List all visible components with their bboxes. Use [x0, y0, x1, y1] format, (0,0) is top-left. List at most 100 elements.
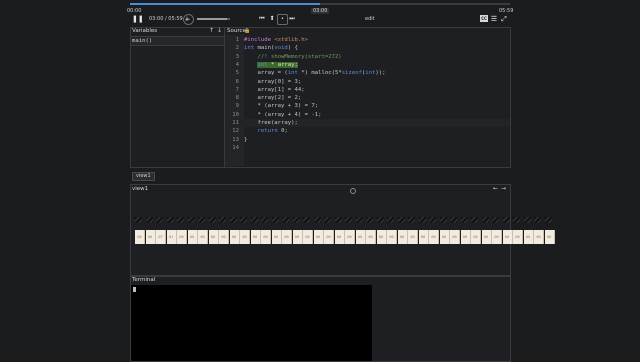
memory-cell[interactable]: 00	[282, 230, 292, 244]
fullscreen-icon[interactable]: ⤢	[500, 15, 508, 23]
code-line[interactable]: 4 int * array;	[225, 61, 510, 69]
mode-edit-button[interactable]: edit	[365, 16, 375, 22]
arrow-left-icon[interactable]: ←	[493, 186, 498, 192]
memory-cell[interactable]: 00	[502, 230, 513, 244]
code-text: array[0] = 3;	[244, 78, 302, 85]
memory-cell[interactable]: 00	[345, 230, 355, 244]
memory-cell[interactable]: 00	[366, 230, 376, 244]
memory-unallocated-mark	[187, 217, 195, 223]
line-number: 13	[232, 136, 239, 143]
center-handle-icon[interactable]	[350, 188, 356, 194]
code-line[interactable]: 9 * (array + 3) = 7;	[225, 102, 510, 110]
memory-cell[interactable]: 00	[219, 230, 229, 244]
code-line[interactable]: 3 //! showMemory(start=272)	[225, 53, 510, 61]
memory-cell[interactable]: 00	[408, 230, 418, 244]
memory-unallocated-mark	[303, 217, 310, 223]
code-text: array[2] = 2;	[244, 95, 302, 102]
memory-cell[interactable]: 00	[271, 230, 282, 244]
memory-cell[interactable]: 00	[450, 230, 460, 244]
memory-unallocated-mark	[208, 217, 216, 223]
memory-cell[interactable]: 00	[240, 230, 250, 244]
arrow-right-icon[interactable]: →	[501, 186, 506, 192]
code-line[interactable]: 5 array = (int *) malloc(5*sizeof(int));	[225, 69, 510, 77]
code-text: //! showMemory(start=272)	[257, 53, 342, 60]
memory-cell[interactable]: 00	[439, 230, 450, 244]
timeline-current-marker: 03:00	[311, 8, 330, 14]
memory-cell[interactable]: 00	[376, 230, 387, 244]
arrow-down-icon[interactable]: ↓	[217, 28, 222, 34]
line-number: 14	[232, 144, 239, 151]
menu-icon[interactable]: ☰	[490, 15, 498, 23]
timeline-track[interactable]	[130, 3, 510, 5]
pause-icon[interactable]: ❚❚	[132, 15, 144, 23]
memory-cell[interactable]: 00	[334, 230, 345, 244]
timeline-progress	[130, 3, 320, 5]
line-number: 9	[235, 103, 239, 110]
arrow-up-icon[interactable]: ↑	[209, 28, 214, 34]
memory-cell[interactable]: 00	[292, 230, 303, 244]
code-line[interactable]: 10 * (array + 4) = -1;	[225, 111, 510, 119]
step-up-icon[interactable]: ⬆	[268, 15, 276, 23]
memory-cell[interactable]: 00	[481, 230, 492, 244]
memory-cell[interactable]: 00	[250, 230, 261, 244]
code-line[interactable]: 2 int main(void) {	[225, 44, 510, 52]
step-into-icon[interactable]: •	[277, 14, 288, 25]
memory-cell[interactable]: 00	[324, 230, 334, 244]
memory-cell[interactable]: 00	[135, 230, 145, 244]
memory-cell[interactable]: 00	[534, 230, 544, 244]
memory-unallocated-mark	[261, 217, 268, 223]
memory-cell[interactable]: 00	[187, 230, 198, 244]
code-line[interactable]: 13}	[225, 136, 510, 144]
memory-cell[interactable]: 01	[166, 230, 177, 244]
memory-cell[interactable]: 00	[198, 230, 208, 244]
terminal-cursor	[133, 287, 136, 292]
terminal-screen[interactable]	[131, 285, 372, 361]
captions-icon[interactable]: CC	[480, 15, 488, 22]
variable-row[interactable]: main()	[131, 37, 224, 45]
step-forward-icon[interactable]: ⏭	[288, 15, 296, 23]
memory-cell[interactable]: 00	[208, 230, 219, 244]
memory-cell[interactable]: 00	[229, 230, 240, 244]
memory-cell[interactable]: 00	[177, 230, 187, 244]
tab-view1[interactable]: view1	[132, 172, 155, 181]
memory-unallocated-mark	[523, 217, 531, 223]
source-panel: Source 🔒 1 #include <stdlib.h> 2 int main(v…	[224, 27, 511, 168]
code-line[interactable]: 7 array[1] = 44;	[225, 86, 510, 94]
memory-cell[interactable]: 00	[397, 230, 408, 244]
volume-icon[interactable]: 🔈	[183, 14, 194, 25]
memory-cell[interactable]: 00	[513, 230, 523, 244]
memory-unallocated-mark	[345, 217, 352, 223]
lock-icon[interactable]: 🔒	[244, 28, 250, 34]
code-text: }	[244, 136, 248, 143]
memory-cell[interactable]: 00	[523, 230, 534, 244]
memory-cell[interactable]: 00	[145, 230, 156, 244]
memory-cell[interactable]: 00	[471, 230, 481, 244]
memory-unallocated-mark	[502, 217, 510, 223]
line-number: 10	[232, 111, 239, 118]
code-line[interactable]: 12 return 0;	[225, 127, 510, 135]
memory-cell[interactable]: 00	[387, 230, 397, 244]
memory-cell[interactable]: 00	[303, 230, 313, 244]
memory-cell[interactable]: 00	[355, 230, 366, 244]
memory-cell[interactable]: 00	[429, 230, 439, 244]
code-line[interactable]: 11 free(array);	[225, 119, 510, 128]
code-line[interactable]: 6 array[0] = 3;	[225, 78, 510, 86]
memory-unallocated-mark	[450, 217, 457, 223]
volume-slider[interactable]	[197, 18, 230, 20]
code-text: #include <stdlib.h>	[244, 37, 309, 43]
memory-cell[interactable]: 00	[261, 230, 271, 244]
memory-cell[interactable]: 00	[460, 230, 471, 244]
memory-unallocated-mark	[439, 217, 447, 223]
code-line[interactable]: 1 #include <stdlib.h>	[225, 36, 510, 44]
memory-unallocated-mark	[292, 217, 300, 223]
code-line[interactable]: 14	[225, 144, 510, 152]
code-line[interactable]: 8 array[2] = 2;	[225, 94, 510, 102]
step-back-icon[interactable]: ⏮	[258, 15, 266, 23]
memory-cell[interactable]: 00	[544, 230, 555, 244]
code-editor[interactable]: 1 #include <stdlib.h> 2 int main(void) {3 /…	[225, 35, 510, 166]
memory-cell[interactable]: 00	[492, 230, 502, 244]
line-number: 12	[232, 128, 239, 135]
memory-cell[interactable]: 00	[313, 230, 324, 244]
memory-cell[interactable]: 00	[418, 230, 429, 244]
memory-cell[interactable]: 07	[156, 230, 166, 244]
